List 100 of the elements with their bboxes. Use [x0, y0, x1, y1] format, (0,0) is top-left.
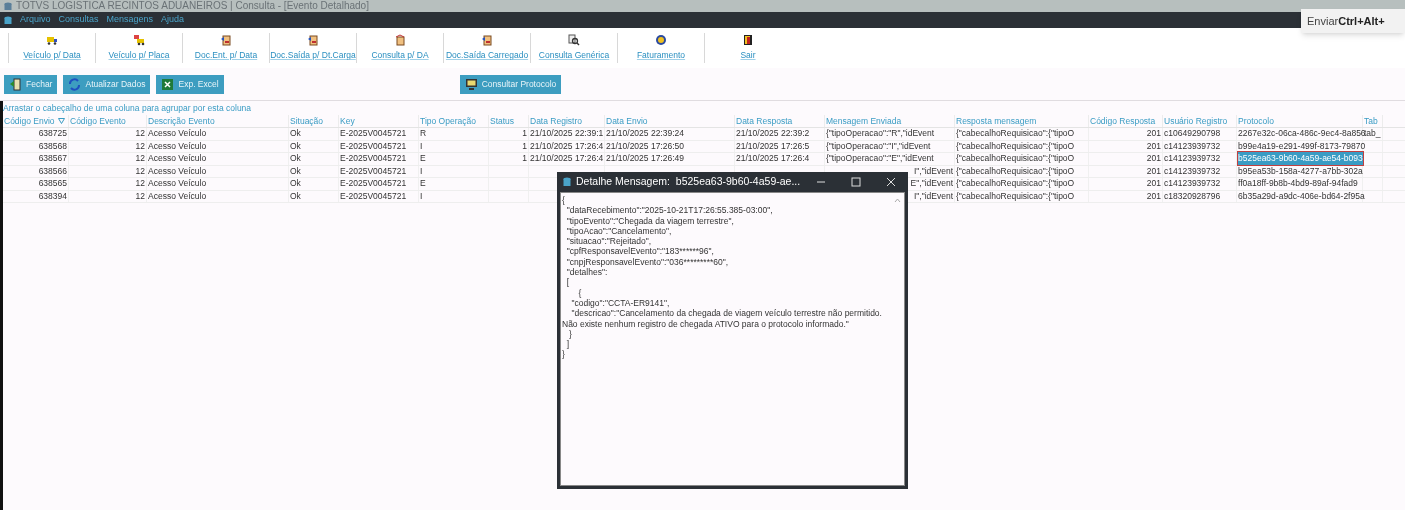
column-header[interactable]: Data Envio — [606, 114, 648, 128]
toolbar-button[interactable]: Sair — [705, 31, 791, 65]
database-icon — [563, 177, 571, 187]
database-icon — [4, 1, 12, 11]
table-cell: Ok — [290, 164, 301, 178]
toolbar-button[interactable]: Consulta p/ DA — [357, 31, 443, 65]
table-cell: Ok — [290, 189, 301, 203]
table-cell: 638394 — [38, 189, 67, 203]
database-icon — [4, 15, 12, 25]
table-cell: E — [420, 177, 426, 191]
table-cell: Acesso Veículo — [148, 164, 207, 178]
table-cell: I — [420, 139, 423, 153]
menu-item[interactable]: Ajuda — [161, 13, 185, 27]
table-cell: 21/10/2025 22:39:2 — [736, 127, 810, 141]
table-cell: {"tipoOperacao":"R","idEvent — [826, 127, 935, 141]
spreadsheet-icon — [161, 77, 175, 91]
column-header[interactable]: Usuário Registro — [1164, 114, 1228, 128]
table-cell: I","idEvent — [913, 189, 953, 203]
dialog-title: Detalhe Mensagem: b525ea63-9b60-4a59-ae... — [576, 174, 801, 190]
action-button[interactable]: Exp. Excel — [156, 74, 224, 94]
column-header[interactable]: Código Envio — [4, 114, 55, 128]
table-cell: E-2025V0045721 — [340, 177, 407, 191]
table-cell: c18320928796 — [1164, 189, 1221, 203]
column-header[interactable]: Código Resposta — [1090, 114, 1156, 128]
table-cell: 12 — [135, 177, 145, 191]
table-cell: Ok — [290, 152, 301, 166]
table-cell: 12 — [135, 139, 145, 153]
action-button[interactable]: Consultar Protocolo — [459, 74, 562, 94]
table-cell: I","idEvent — [913, 164, 953, 178]
column-header[interactable]: Key — [340, 114, 355, 128]
toolbar-button[interactable]: Doc.Ent. p/ Data — [183, 31, 269, 65]
table-cell: 12 — [135, 164, 145, 178]
table-cell: 201 — [1146, 139, 1161, 153]
table-cell: 1 — [522, 127, 527, 141]
table-cell: c14123939732 — [1164, 164, 1221, 178]
column-header[interactable]: Data Resposta — [736, 114, 793, 128]
group-hint: Arrastar o cabeçalho de uma coluna para agrupar por esta coluna — [3, 101, 252, 115]
table-cell: 21/10/2025 17:26:5 — [736, 139, 810, 153]
refresh-icon — [68, 77, 82, 91]
coin-icon — [655, 34, 667, 47]
table-cell: 1 — [522, 152, 527, 166]
column-header[interactable]: Situação — [290, 114, 324, 128]
table-cell: 21/10/2025 17:26:50 — [606, 139, 684, 153]
table-cell: 21/10/2025 17:26:4 — [530, 152, 604, 166]
column-header[interactable]: Status — [490, 114, 515, 128]
table-cell: 638568 — [38, 139, 67, 153]
column-header[interactable]: Mensagem Enviada — [826, 114, 902, 128]
table-cell: R — [420, 127, 427, 141]
column-header[interactable]: Data Registro — [530, 114, 582, 128]
column-header[interactable]: Resposta mensagem — [956, 114, 1037, 128]
table-cell: c14123939732 — [1164, 177, 1221, 191]
table-cell: E-2025V0045721 — [340, 164, 407, 178]
toolbar-button[interactable]: Faturamento — [618, 31, 704, 65]
close-icon[interactable] — [886, 177, 896, 187]
table-cell: {"tipoOperacao":"E","idEvent — [826, 152, 934, 166]
action-button[interactable]: Fechar — [4, 74, 58, 94]
toolbar-button[interactable]: Doc.Saída p/ Dt.Carga — [270, 31, 356, 65]
table-cell: {"cabecalhoRequisicao":{"tipoO — [956, 177, 1075, 191]
document-icon — [307, 34, 319, 47]
toolbar-button[interactable]: Doc.Saída Carregado — [444, 31, 530, 65]
truck-icon — [46, 34, 58, 47]
table-cell: 21/10/2025 22:39:1 — [530, 127, 604, 141]
magnifier-icon — [568, 34, 580, 47]
table-cell: 12 — [135, 152, 145, 166]
table-cell: Acesso Veículo — [148, 127, 207, 141]
maximize-icon[interactable] — [851, 177, 861, 187]
toolbar-button[interactable]: Veículo p/ Placa — [96, 31, 182, 65]
table-cell: 638567 — [38, 152, 67, 166]
table-cell: 12 — [135, 189, 145, 203]
table-cell: Ok — [290, 139, 301, 153]
action-button[interactable]: Atualizar Dados — [63, 74, 151, 94]
table-cell: Acesso Veículo — [148, 139, 207, 153]
column-header[interactable]: Código Evento — [70, 114, 126, 128]
table-cell: 12 — [135, 127, 145, 141]
table-cell: E-2025V0045721 — [340, 139, 407, 153]
column-header[interactable]: Protocolo — [1238, 114, 1274, 128]
table-cell: 21/10/2025 17:26:4 — [736, 152, 810, 166]
column-header[interactable]: Tipo Operação — [420, 114, 476, 128]
column-header[interactable]: Descrição Evento — [148, 114, 215, 128]
monitor-icon — [464, 77, 478, 91]
table-cell: I — [420, 164, 423, 178]
truck-icon — [133, 34, 145, 47]
door-icon — [742, 34, 754, 47]
table-cell: 201 — [1146, 177, 1161, 191]
table-cell: {"cabecalhoRequisicao":{"tipoO — [956, 189, 1075, 203]
table-cell: 21/10/2025 17:26:49 — [606, 152, 684, 166]
menu-item[interactable]: Consultas — [58, 13, 99, 27]
toolbar-button[interactable]: Consulta Genérica — [531, 31, 617, 65]
window-title: TOTVS LOGISTICA RECINTOS ADUANEIROS | Consulta - [Evento Detalhado] — [16, 1, 369, 11]
menu-item[interactable]: Mensagens — [106, 13, 154, 27]
table-cell: ff0a18ff-9b8b-4bd9-89af-94fad9 — [1238, 177, 1358, 191]
table-cell: 638566 — [38, 164, 67, 178]
column-header[interactable]: Tab — [1364, 114, 1378, 128]
menu-item[interactable]: Arquivo — [20, 13, 51, 27]
table-cell: 1 — [522, 139, 527, 153]
toolbar-button[interactable]: Veículo p/ Data — [9, 31, 95, 65]
table-cell: 638565 — [38, 177, 67, 191]
table-cell: {"cabecalhoRequisicao":{"tipoO — [956, 152, 1075, 166]
table-cell: c14123939732 — [1164, 139, 1221, 153]
table-cell: 21/10/2025 17:26:4 — [530, 139, 604, 153]
